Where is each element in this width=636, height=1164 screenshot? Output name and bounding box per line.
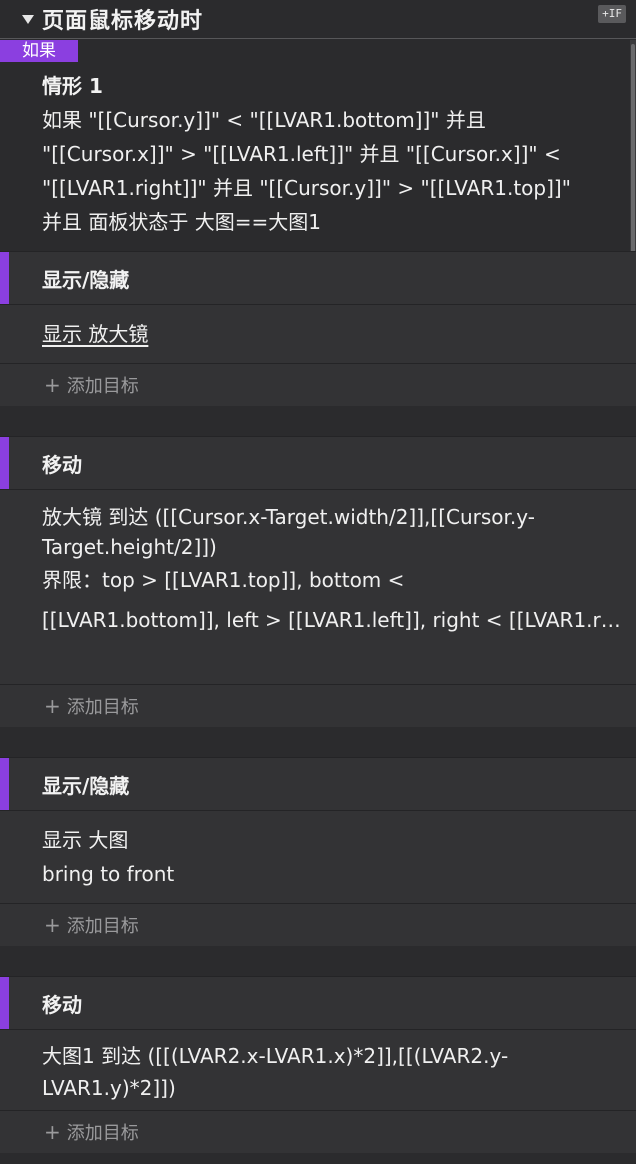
action-label: 显示/隐藏 — [42, 773, 130, 798]
add-target-label: 添加目标 — [66, 916, 139, 937]
group-gap — [0, 946, 636, 976]
if-tag: 如果 — [0, 40, 78, 62]
condition-line: "[[LVAR1.right]]" 并且 "[[Cursor.y]]" > "[… — [42, 176, 571, 200]
action-line: 大图1 到达 ([[(LVAR2.x-LVAR1.x)*2]],[[(LVAR2… — [42, 1044, 509, 1068]
add-target-label: 添加目标 — [66, 376, 139, 397]
action-line: 界限：top > [[LVAR1.top]], bottom < — [42, 568, 405, 592]
plus-icon: + — [44, 1120, 61, 1144]
action-line: [[LVAR1.bottom]], left > [[LVAR1.left]],… — [42, 608, 622, 632]
collapse-caret-icon[interactable] — [22, 14, 34, 24]
condition-block[interactable]: 如果 情形 1 如果 "[[Cursor.y]]" < "[[LVAR1.bot… — [0, 39, 636, 251]
action-line: LVAR1.y)*2]]) — [42, 1076, 176, 1100]
case-title: 情形 1 — [42, 74, 103, 98]
add-target-label: 添加目标 — [66, 697, 139, 718]
action-line: Target.height/2]]) — [42, 535, 217, 559]
action-body[interactable]: 大图1 到达 ([[(LVAR2.x-LVAR1.x)*2]],[[(LVAR2… — [0, 1030, 636, 1111]
event-header[interactable]: 页面鼠标移动时 +IF — [0, 0, 636, 39]
action-accent-bar — [0, 437, 9, 489]
action-line: 显示 大图 — [42, 828, 129, 852]
condition-text[interactable]: 如果 "[[Cursor.y]]" < "[[LVAR1.bottom]]" 并… — [42, 103, 622, 239]
action-accent-bar — [0, 252, 9, 304]
condition-line: 如果 "[[Cursor.y]]" < "[[LVAR1.bottom]]" 并… — [42, 108, 486, 132]
event-title: 页面鼠标移动时 — [42, 9, 204, 34]
action-label: 移动 — [42, 992, 82, 1017]
action-line: 放大镜 到达 ([[Cursor.x-Target.width/2]],[[Cu… — [42, 505, 535, 529]
plus-icon: + — [44, 373, 61, 397]
action-header[interactable]: 移动 — [0, 437, 636, 490]
action-header[interactable]: 显示/隐藏 — [0, 758, 636, 811]
action-accent-bar — [0, 758, 9, 810]
condition-line: "[[Cursor.x]]" > "[[LVAR1.left]]" 并且 "[[… — [42, 142, 561, 166]
add-target-button[interactable]: + 添加目标 — [0, 685, 636, 727]
action-body[interactable]: 显示 放大镜 — [0, 305, 636, 364]
plus-icon: + — [44, 694, 61, 718]
action-show-hide[interactable]: 显示/隐藏 显示 放大镜 + 添加目标 — [0, 251, 636, 406]
add-target-button[interactable]: + 添加目标 — [0, 1111, 636, 1153]
condition-line: 并且 面板状态于 大图==大图1 — [42, 210, 321, 234]
action-accent-bar — [0, 977, 9, 1029]
action-body[interactable]: 放大镜 到达 ([[Cursor.x-Target.width/2]],[[Cu… — [0, 490, 636, 685]
add-if-button[interactable]: +IF — [598, 5, 626, 23]
scrollbar-thumb[interactable] — [631, 44, 635, 270]
add-target-label: 添加目标 — [66, 1123, 139, 1144]
action-show-hide[interactable]: 显示/隐藏 显示 大图 bring to front + 添加目标 — [0, 757, 636, 946]
action-header[interactable]: 显示/隐藏 — [0, 252, 636, 305]
plus-icon: + — [44, 913, 61, 937]
action-label: 显示/隐藏 — [42, 267, 130, 292]
action-line: bring to front — [42, 862, 175, 886]
action-body[interactable]: 显示 大图 bring to front — [0, 811, 636, 904]
action-label: 移动 — [42, 452, 82, 477]
add-target-button[interactable]: + 添加目标 — [0, 364, 636, 406]
group-gap — [0, 727, 636, 757]
action-header[interactable]: 移动 — [0, 977, 636, 1030]
add-target-button[interactable]: + 添加目标 — [0, 904, 636, 946]
action-line[interactable]: 显示 放大镜 — [42, 317, 622, 351]
group-gap — [0, 406, 636, 436]
action-move[interactable]: 移动 放大镜 到达 ([[Cursor.x-Target.width/2]],[… — [0, 436, 636, 727]
action-move[interactable]: 移动 大图1 到达 ([[(LVAR2.x-LVAR1.x)*2]],[[(LV… — [0, 976, 636, 1153]
